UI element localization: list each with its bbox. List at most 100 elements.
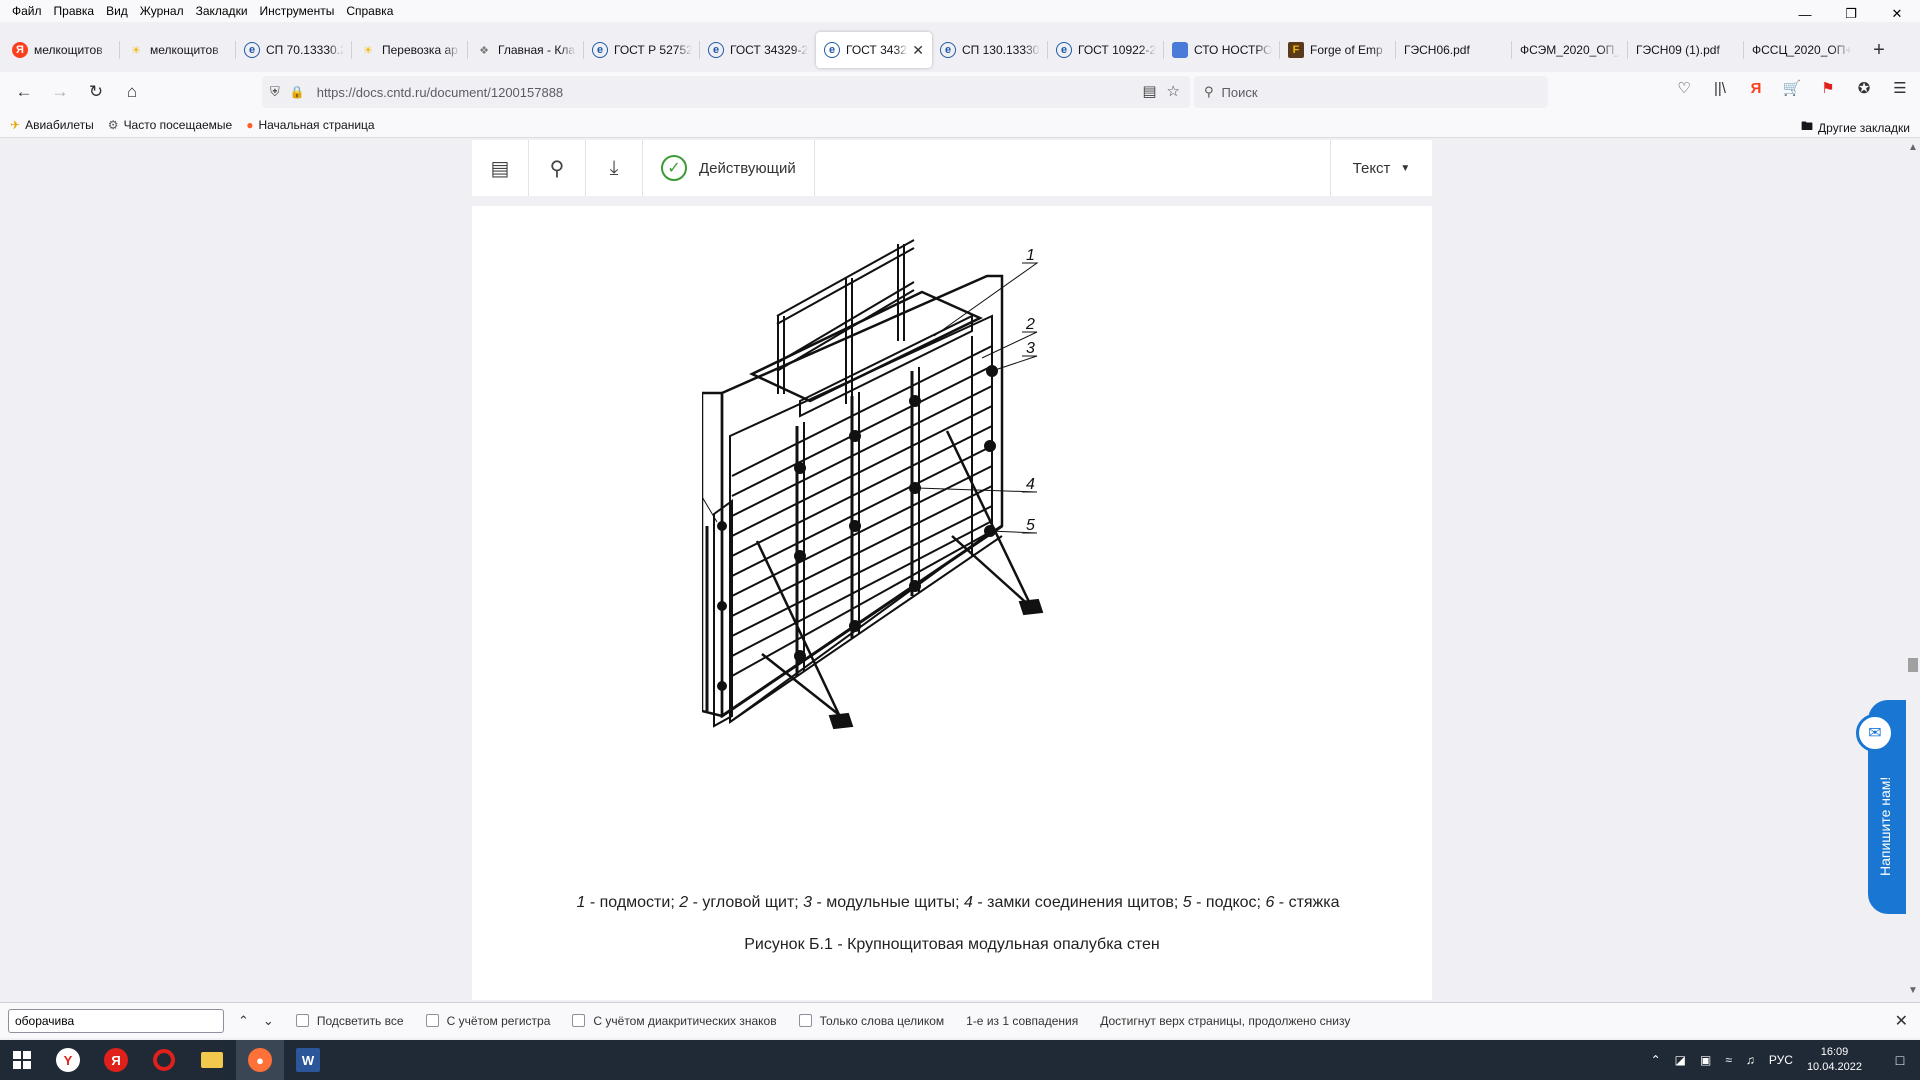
library-icon[interactable]: ||\	[1710, 78, 1730, 98]
windows-start-icon[interactable]	[0, 1040, 44, 1080]
highlight-all-checkbox[interactable]: Подсветить все	[295, 1014, 404, 1028]
flag-icon[interactable]: ⚑	[1818, 78, 1838, 98]
firefox-icon[interactable]: ●	[236, 1040, 284, 1080]
back-button[interactable]: ←	[8, 76, 40, 108]
tab[interactable]: Ямелкощитов	[4, 32, 120, 68]
tab[interactable]: СТО НОСТРО	[1164, 32, 1280, 68]
search-placeholder[interactable]: Поиск	[1222, 85, 1258, 100]
e-logo-icon: e	[824, 42, 840, 58]
menu-view[interactable]: Вид	[100, 4, 134, 18]
forward-button[interactable]: →	[44, 76, 76, 108]
clock[interactable]: 16:09 10.04.2022	[1807, 1045, 1862, 1075]
find-input[interactable]	[8, 1008, 224, 1033]
firefox-icon: ●	[246, 117, 254, 132]
tab-label: ГОСТ 34329	[846, 43, 909, 57]
menu-icon[interactable]: ☰	[1890, 78, 1910, 98]
lock-icon[interactable]: 🔒	[290, 85, 305, 99]
new-tab-button[interactable]: +	[1864, 35, 1894, 65]
yandex-icon[interactable]: Я	[92, 1040, 140, 1080]
shield-icon[interactable]: ⛨	[270, 84, 280, 100]
opera-icon[interactable]	[140, 1040, 188, 1080]
find-next-icon[interactable]: ⌄	[263, 1013, 274, 1029]
tab-label: мелкощитов	[34, 43, 103, 57]
url-bar[interactable]: ⛨ 🔒 https://docs.cntd.ru/document/120015…	[262, 76, 1190, 108]
legend-number: 5	[1182, 894, 1192, 911]
find-previous-icon[interactable]: ⌃	[238, 1013, 249, 1029]
bookmark-star-icon[interactable]: ☆	[1167, 82, 1180, 100]
tab[interactable]: ❖ Главная - Кла	[468, 32, 584, 68]
yandex-browser-icon[interactable]: Y	[44, 1040, 92, 1080]
tab[interactable]: ФСЭМ_2020_ОП_	[1512, 32, 1628, 68]
volume-icon[interactable]: ♫	[1746, 1053, 1755, 1067]
document-status[interactable]: ✓ Действующий	[643, 140, 815, 196]
reload-button[interactable]: ↻	[80, 76, 112, 108]
menu-bookmarks[interactable]: Закладки	[190, 4, 254, 18]
tab[interactable]: e ГОСТ Р 52752	[584, 32, 700, 68]
word-icon[interactable]: W	[284, 1040, 332, 1080]
menu-help[interactable]: Справка	[340, 4, 399, 18]
bookmark-item[interactable]: ✈ Авиабилеты	[10, 118, 94, 132]
yandex-icon[interactable]: Я	[1746, 78, 1766, 98]
close-find-bar-icon[interactable]: ✕	[1895, 1011, 1908, 1031]
bookmark-item[interactable]: ● Начальная страница	[246, 118, 374, 132]
match-diacritics-checkbox[interactable]: С учётом диакритических знаков	[572, 1014, 777, 1028]
contents-icon[interactable]: ▤	[472, 140, 529, 196]
extension-icon[interactable]: ✪	[1854, 78, 1874, 98]
scroll-up-icon[interactable]: ▲	[1908, 142, 1918, 153]
tab[interactable]: F Forge of Emp	[1280, 32, 1396, 68]
legend-text: - угловой щит;	[688, 894, 804, 911]
match-case-checkbox[interactable]: С учётом регистра	[425, 1014, 550, 1028]
whole-words-checkbox[interactable]: Только слова целиком	[798, 1014, 944, 1028]
menu-history[interactable]: Журнал	[134, 4, 190, 18]
reader-view-icon[interactable]: ▤	[1142, 82, 1156, 100]
close-window-button[interactable]: ✕	[1874, 0, 1920, 28]
view-mode-dropdown[interactable]: Текст ▼	[1330, 140, 1432, 196]
home-button[interactable]: ⌂	[116, 76, 148, 108]
menu-file[interactable]: Файл	[6, 4, 48, 18]
tab[interactable]: e СП 70.13330.2	[236, 32, 352, 68]
tab[interactable]: e ГОСТ 10922-2	[1048, 32, 1164, 68]
feedback-label[interactable]: Напишите нам!	[1877, 777, 1893, 876]
meet-now-icon[interactable]: ◪	[1675, 1053, 1686, 1067]
camera-icon[interactable]: ▣	[1700, 1053, 1711, 1067]
tab[interactable]: ГЭСН06.pdf	[1396, 32, 1512, 68]
minimize-button[interactable]: —	[1782, 0, 1828, 28]
windows-taskbar: Y Я ● W ⌃ ◪ ▣ ≈ ♫ РУС 16:09 10.04.2022 □	[0, 1040, 1920, 1080]
mail-icon[interactable]: ✉	[1856, 714, 1894, 752]
tab[interactable]: e СП 130.13330	[932, 32, 1048, 68]
restore-button[interactable]: ❐	[1828, 0, 1874, 28]
wifi-icon[interactable]: ≈	[1725, 1053, 1732, 1067]
tab[interactable]: ☀ Перевозка ар	[352, 32, 468, 68]
language-indicator[interactable]: РУС	[1769, 1053, 1793, 1067]
url-text[interactable]: https://docs.cntd.ru/document/1200157888	[317, 85, 563, 100]
pocket-icon[interactable]: ♡	[1674, 78, 1694, 98]
cart-icon[interactable]: 🛒	[1782, 78, 1802, 98]
file-explorer-icon[interactable]	[188, 1040, 236, 1080]
callout-label: 5	[1026, 517, 1035, 534]
tab[interactable]: ФССЦ_2020_ОП+	[1744, 32, 1860, 68]
figure-drawing	[702, 239, 1044, 730]
toolbar-icons: ♡ ||\ Я 🛒 ⚑ ✪ ☰	[1674, 78, 1910, 98]
tab-bar: Ямелкощитов ☀ мелкощитов e СП 70.13330.2 ☀…	[0, 28, 1920, 72]
tab-label: ГОСТ Р 52752	[614, 43, 692, 57]
search-icon[interactable]: ⚲	[529, 140, 586, 196]
scrollbar[interactable]: ▲ ▼	[1906, 138, 1920, 1000]
tab[interactable]: ГЭСН09 (1).pdf	[1628, 32, 1744, 68]
download-icon[interactable]: ⤓	[586, 140, 643, 196]
other-bookmarks[interactable]: 🖿 Другие закладки	[1801, 117, 1910, 138]
scrollbar-thumb[interactable]	[1908, 658, 1918, 672]
feedback-widget[interactable]: ✉ Напишите нам!	[1856, 700, 1906, 914]
tab[interactable]: e ГОСТ 34329-2	[700, 32, 816, 68]
bookmark-item[interactable]: ⚙ Часто посещаемые	[108, 118, 232, 132]
notification-icon[interactable]: □	[1880, 1052, 1920, 1068]
chevron-up-icon[interactable]: ⌃	[1651, 1053, 1661, 1067]
search-bar[interactable]: ⚲ Поиск	[1194, 76, 1548, 108]
tab-active[interactable]: e ГОСТ 34329 ✕	[816, 32, 932, 68]
tab-label: мелкощитов	[150, 43, 219, 57]
tab-label: ГОСТ 10922-2	[1078, 43, 1156, 57]
close-tab-icon[interactable]: ✕	[912, 42, 924, 59]
menu-tools[interactable]: Инструменты	[254, 4, 341, 18]
tab[interactable]: ☀ мелкощитов	[120, 32, 236, 68]
menu-edit[interactable]: Правка	[48, 4, 101, 18]
scroll-down-icon[interactable]: ▼	[1908, 985, 1918, 996]
